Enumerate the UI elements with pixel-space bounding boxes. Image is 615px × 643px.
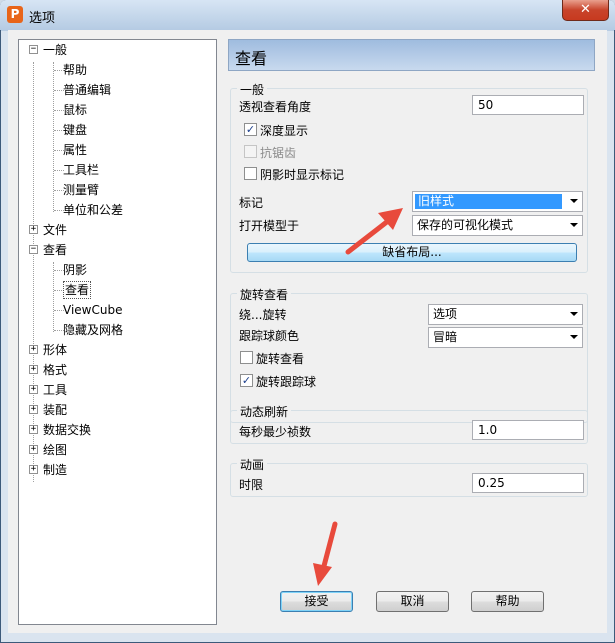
dialog-client-area: − 一般 帮助 普通编辑 鼠标 键盘 属性 工具栏 测量臂 单位和公差 + 文件… [8,30,607,633]
tree-item-label: 格式 [43,363,68,377]
min-fps-input[interactable]: 1.0 [472,420,584,440]
rotate-trackball-label: 旋转跟踪球 [256,375,317,389]
tree-item-label: 帮助 [63,63,88,77]
trackball-color-label: 跟踪球颜色 [239,329,300,343]
expand-icon[interactable]: + [29,445,38,454]
tree-connector [33,62,34,482]
animation-group: 动画 时限 0.25 [230,456,588,497]
window-title: 选项 [29,11,56,26]
tree-item-label-selected: 查看 [63,281,92,299]
duration-label: 时限 [239,478,264,492]
collapse-icon[interactable]: − [29,245,38,254]
title-bar: P 选项 ✕ [0,0,615,30]
expand-icon[interactable]: + [29,425,38,434]
dropdown-arrow-icon [570,223,578,227]
group-title: 旋转查看 [237,286,292,303]
rotate-trackball-checkbox[interactable]: ✓ [240,374,253,387]
page-header: 查看 [228,39,595,71]
tree-item-label: ViewCube [63,303,123,317]
antialias-checkbox[interactable] [244,145,257,158]
expand-icon[interactable]: + [29,345,38,354]
expand-icon[interactable]: + [29,225,38,234]
trackball-color-value: 冒暗 [433,330,458,344]
default-layout-button[interactable]: 缺省布局... [247,243,577,262]
group-title: 一般 [237,81,268,98]
expand-icon[interactable]: + [29,365,38,374]
tree-item-label: 测量臂 [63,183,100,197]
depth-display-checkbox[interactable]: ✓ [244,123,257,136]
tree-item-label: 隐藏及网格 [63,323,124,337]
tree-connector [53,262,54,332]
tree-item-label: 鼠标 [63,103,88,117]
tree-item-label: 查看 [43,243,68,257]
open-model-label: 打开模型于 [239,219,300,233]
options-tree[interactable]: − 一般 帮助 普通编辑 鼠标 键盘 属性 工具栏 测量臂 单位和公差 + 文件… [18,39,217,625]
open-model-dropdown[interactable]: 保存的可视化模式 [412,215,583,236]
trackball-color-dropdown[interactable]: 冒暗 [428,327,583,348]
tree-item-label: 工具 [43,383,68,397]
tree-item-label: 工具栏 [63,163,100,177]
cancel-button[interactable]: 取消 [376,591,449,612]
accept-button[interactable]: 接受 [280,591,353,612]
open-model-value: 保存的可视化模式 [417,218,514,232]
shadow-marker-checkbox[interactable] [244,167,257,180]
page-title: 查看 [235,49,268,68]
rotate-view-checkbox[interactable] [240,351,253,364]
collapse-icon[interactable]: − [29,45,38,54]
tree-item-label: 键盘 [63,123,88,137]
general-group: 一般 透视查看角度 50 ✓ 深度显示 抗锯齿 阴影时显示标记 标记 旧样式 打… [230,81,588,273]
rotate-view-label: 旋转查看 [256,352,305,366]
expand-icon[interactable]: + [29,465,38,474]
rotate-around-value: 选项 [433,307,458,321]
marker-label: 标记 [239,196,264,210]
dropdown-arrow-icon [570,312,578,316]
tree-item-label: 装配 [43,403,68,417]
tree-item-label: 阴影 [63,263,88,277]
rotate-around-dropdown[interactable]: 选项 [428,304,583,325]
dynamic-refresh-group: 动态刷新 每秒最少祯数 1.0 [230,403,588,444]
tree-item-label: 数据交换 [43,423,92,437]
min-fps-label: 每秒最少祯数 [239,425,312,439]
tree-item-label: 普通编辑 [63,83,112,97]
tree-item-label: 制造 [43,463,68,477]
duration-input[interactable]: 0.25 [472,473,584,493]
tree-item-label: 文件 [43,223,68,237]
expand-icon[interactable]: + [29,385,38,394]
antialias-label: 抗锯齿 [260,146,297,160]
expand-icon[interactable]: + [29,405,38,414]
group-title: 动态刷新 [237,403,292,420]
tree-item-label: 单位和公差 [63,203,124,217]
tree-item-label: 绘图 [43,443,68,457]
tree-item-label: 属性 [63,143,88,157]
rotate-around-label: 绕...旋转 [239,308,287,322]
marker-selected-value: 旧样式 [415,194,562,209]
dropdown-arrow-icon [570,199,578,203]
close-button[interactable]: ✕ [562,0,609,21]
shadow-marker-label: 阴影时显示标记 [260,168,345,182]
perspective-angle-input[interactable]: 50 [472,95,584,115]
dropdown-arrow-icon [570,335,578,339]
group-title: 动画 [237,456,268,473]
marker-dropdown[interactable]: 旧样式 [412,191,583,212]
help-button[interactable]: 帮助 [471,591,544,612]
app-icon: P [7,6,23,23]
tree-item-label: 形体 [43,343,68,357]
perspective-angle-label: 透视查看角度 [239,100,312,114]
tree-item-label: 一般 [43,43,68,57]
depth-display-label: 深度显示 [260,124,309,138]
